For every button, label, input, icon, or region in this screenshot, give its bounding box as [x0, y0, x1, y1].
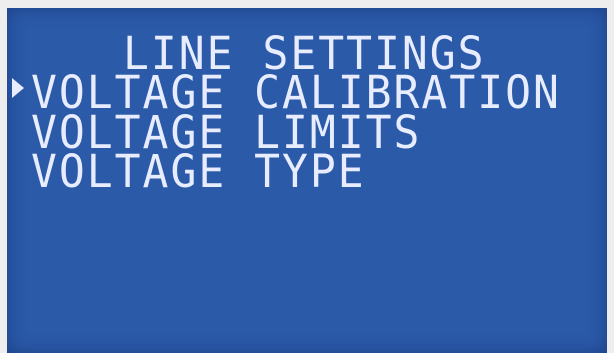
- selection-cursor-icon: [12, 78, 24, 98]
- lcd-screen: LINE SETTINGS VOLTAGE CALIBRATION VOLTAG…: [7, 8, 607, 353]
- menu-item-voltage-type[interactable]: VOLTAGE TYPE: [31, 149, 366, 195]
